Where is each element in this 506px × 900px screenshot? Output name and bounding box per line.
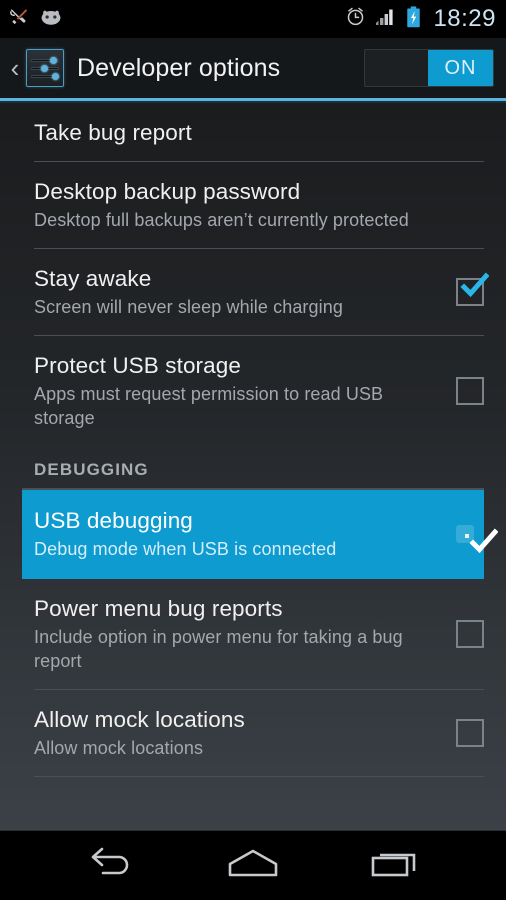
- cyanogenmod-icon: [39, 8, 63, 31]
- allow-mock-locations-checkbox[interactable]: [452, 716, 484, 750]
- list-item-usb-debugging[interactable]: USB debugging Debug mode when USB is con…: [22, 489, 498, 579]
- toggle-thumb-label: ON: [428, 50, 493, 86]
- android-screen: 18:29 ‹ Developer options ON Take bug re…: [0, 0, 506, 900]
- list-item-stay-awake[interactable]: Stay awake Screen will never sleep while…: [0, 249, 506, 335]
- battery-charging-icon: [406, 5, 421, 33]
- status-bar-left-icons: [8, 6, 63, 33]
- list-item-title: Power menu bug reports: [34, 595, 283, 621]
- list-item-title: Allow mock locations: [34, 706, 245, 732]
- slider-track-2: [31, 65, 59, 72]
- checkbox-unchecked-icon: [456, 377, 484, 406]
- back-arrow-icon: [86, 846, 136, 885]
- slider-track-3: [31, 73, 59, 80]
- list-item-summary: Desktop full backups aren’t currently pr…: [34, 210, 409, 230]
- usb-debugging-checkbox[interactable]: [452, 517, 498, 554]
- list-item-title: USB debugging: [34, 507, 193, 533]
- status-clock: 18:29: [433, 5, 496, 32]
- list-item-summary: Allow mock locations: [34, 737, 204, 758]
- developer-options-master-toggle[interactable]: ON: [364, 49, 494, 87]
- section-header-debugging: DEBUGGING: [34, 459, 149, 479]
- recents-icon: [370, 847, 420, 884]
- slider-track-1: [31, 57, 59, 64]
- status-bar: 18:29: [0, 0, 506, 38]
- list-item-protect-usb-storage[interactable]: Protect USB storage Apps must request pe…: [0, 336, 506, 446]
- list-item-title: Stay awake: [34, 265, 152, 291]
- checkbox-checked-icon: [456, 272, 489, 307]
- list-item-summary: Screen will never sleep while charging: [34, 296, 343, 317]
- list-item-power-menu-bug-reports[interactable]: Power menu bug reports Include option in…: [0, 579, 506, 689]
- developer-options-sliders-icon: [26, 49, 64, 87]
- list-item-allow-mock-locations[interactable]: Allow mock locations Allow mock location…: [0, 690, 506, 776]
- power-menu-bug-reports-checkbox[interactable]: [452, 617, 484, 651]
- list-item-title: Take bug report: [34, 120, 192, 145]
- alarm-icon: [345, 6, 366, 32]
- home-icon: [225, 847, 281, 884]
- list-item-desktop-backup-password[interactable]: Desktop backup password Desktop full bac…: [0, 162, 506, 248]
- signal-icon: [375, 7, 397, 32]
- action-bar: ‹ Developer options ON: [0, 38, 506, 98]
- divider: [34, 775, 484, 777]
- toggle-track: [365, 50, 428, 86]
- back-button[interactable]: [71, 839, 151, 893]
- list-item-summary: Include option in power menu for taking …: [34, 626, 403, 671]
- list-item-title: Protect USB storage: [34, 352, 241, 378]
- navigation-bar: [0, 830, 506, 900]
- list-item-summary: Debug mode when USB is connected: [34, 538, 337, 559]
- checkbox-unchecked-icon: [456, 719, 484, 748]
- checkbox-pressed-background: [456, 525, 498, 554]
- list-item-title: Desktop backup password: [34, 179, 301, 204]
- recents-button[interactable]: [355, 839, 435, 893]
- list-item-take-bug-report[interactable]: Take bug report: [0, 103, 506, 161]
- developer-tools-icon: [8, 6, 30, 33]
- home-button[interactable]: [213, 839, 293, 893]
- checkbox-unchecked-icon: [456, 620, 484, 649]
- protect-usb-storage-checkbox[interactable]: [452, 374, 484, 408]
- page-title: Developer options: [77, 53, 281, 82]
- stay-awake-checkbox[interactable]: [452, 272, 489, 309]
- status-bar-right-icons: 18:29: [345, 5, 496, 33]
- settings-list[interactable]: Take bug report Desktop backup password …: [0, 103, 506, 830]
- up-navigation-chevron-icon[interactable]: ‹: [6, 55, 24, 81]
- list-item-summary: Apps must request permission to read USB…: [34, 383, 384, 428]
